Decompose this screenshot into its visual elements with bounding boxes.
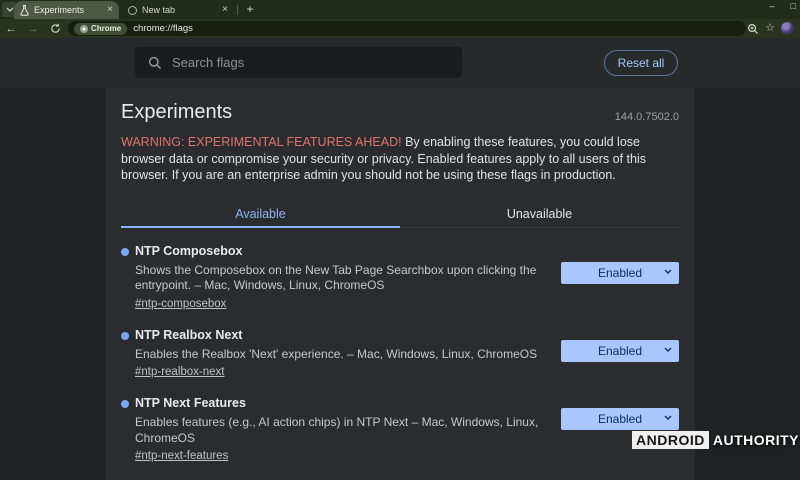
- flags-search-header: Reset all: [0, 38, 800, 88]
- page-title: Experiments: [121, 101, 679, 124]
- close-tab-icon[interactable]: ×: [107, 5, 113, 15]
- search-flags-box[interactable]: [135, 47, 462, 78]
- bookmark-star-icon[interactable]: ☆: [765, 23, 775, 34]
- flag-description: Enables features (e.g., AI action chips)…: [135, 415, 567, 446]
- maximize-button[interactable]: □: [791, 0, 796, 14]
- back-button[interactable]: ←: [0, 23, 22, 35]
- flag-permalink[interactable]: #ntp-next-features: [135, 450, 228, 462]
- flask-icon: [20, 5, 29, 16]
- reload-button[interactable]: [44, 23, 66, 34]
- flag-bullet-icon: [121, 400, 129, 408]
- chrome-logo-icon: [80, 25, 88, 33]
- address-bar[interactable]: Chrome chrome://flags: [68, 21, 746, 36]
- flag-state-value: Enabled: [561, 266, 679, 280]
- flag-description: Shows the Composebox on the New Tab Page…: [135, 263, 567, 294]
- new-tab-favicon-icon: [128, 6, 137, 15]
- tab-new-tab[interactable]: New tab ×: [122, 1, 234, 19]
- window-controls: – □: [770, 0, 796, 14]
- chevron-down-icon: [664, 347, 672, 352]
- warning-highlight: WARNING: EXPERIMENTAL FEATURES AHEAD!: [121, 135, 402, 149]
- new-tab-button[interactable]: +: [243, 2, 257, 16]
- tab-title: Experiments: [34, 5, 84, 15]
- flag-row-ntp-realbox-next: NTP Realbox Next Enables the Realbox 'Ne…: [121, 328, 679, 381]
- search-flags-input[interactable]: [172, 55, 449, 70]
- tab-experiments[interactable]: Experiments ×: [14, 1, 119, 19]
- flag-permalink[interactable]: #ntp-composebox: [135, 298, 226, 310]
- browser-toolbar: ← → Chrome chrome://flags ☆: [0, 19, 800, 38]
- minimize-button[interactable]: –: [770, 0, 775, 14]
- flag-description: Enables the Realbox 'Next' experience. –…: [135, 347, 567, 363]
- chevron-down-icon: [664, 269, 672, 274]
- zoom-icon[interactable]: [747, 23, 759, 35]
- toolbar-right: ☆: [747, 22, 800, 35]
- flag-state-value: Enabled: [561, 412, 679, 426]
- chrome-version: 144.0.7502.0: [615, 111, 679, 123]
- chevron-down-icon: [664, 415, 672, 420]
- close-tab-icon[interactable]: ×: [222, 5, 228, 15]
- flags-content: Experiments 144.0.7502.0 WARNING: EXPERI…: [105, 88, 695, 480]
- reset-all-button[interactable]: Reset all: [604, 50, 678, 76]
- flag-permalink[interactable]: #ntp-realbox-next: [135, 366, 225, 378]
- flag-row-ntp-composebox: NTP Composebox Shows the Composebox on t…: [121, 244, 679, 312]
- url-text: chrome://flags: [133, 23, 193, 34]
- flag-row-ntp-next-features: NTP Next Features Enables features (e.g.…: [121, 396, 679, 464]
- flag-state-value: Enabled: [561, 344, 679, 358]
- active-tab-indicator: [121, 226, 400, 228]
- page-head: Experiments 144.0.7502.0: [121, 101, 679, 124]
- android-authority-watermark: ANDROID AUTHORITY: [632, 431, 799, 449]
- tab-title: New tab: [142, 5, 175, 15]
- chip-label: Chrome: [91, 24, 121, 33]
- tab-unavailable[interactable]: Unavailable: [400, 202, 679, 227]
- browser-tab-strip: Experiments × New tab × + – □: [0, 0, 800, 19]
- flag-bullet-icon: [121, 248, 129, 256]
- flag-list: NTP Composebox Shows the Composebox on t…: [121, 244, 679, 465]
- flag-state-select[interactable]: Enabled: [561, 262, 679, 284]
- forward-button[interactable]: →: [22, 23, 44, 35]
- experimental-warning: WARNING: EXPERIMENTAL FEATURES AHEAD! By…: [121, 134, 678, 184]
- availability-tabs: Available Unavailable: [121, 202, 679, 228]
- chevron-down-icon: [6, 7, 14, 12]
- profile-avatar[interactable]: [781, 22, 794, 35]
- chrome-internal-chip[interactable]: Chrome: [74, 23, 127, 35]
- search-icon: [148, 56, 162, 70]
- flag-name: NTP Composebox: [135, 244, 679, 258]
- watermark-text: AUTHORITY: [713, 432, 799, 448]
- flag-state-select[interactable]: Enabled: [561, 340, 679, 362]
- tab-available[interactable]: Available: [121, 202, 400, 227]
- tab-divider: [237, 5, 238, 15]
- watermark-badge: ANDROID: [632, 431, 709, 449]
- flag-state-select[interactable]: Enabled: [561, 408, 679, 430]
- flag-bullet-icon: [121, 332, 129, 340]
